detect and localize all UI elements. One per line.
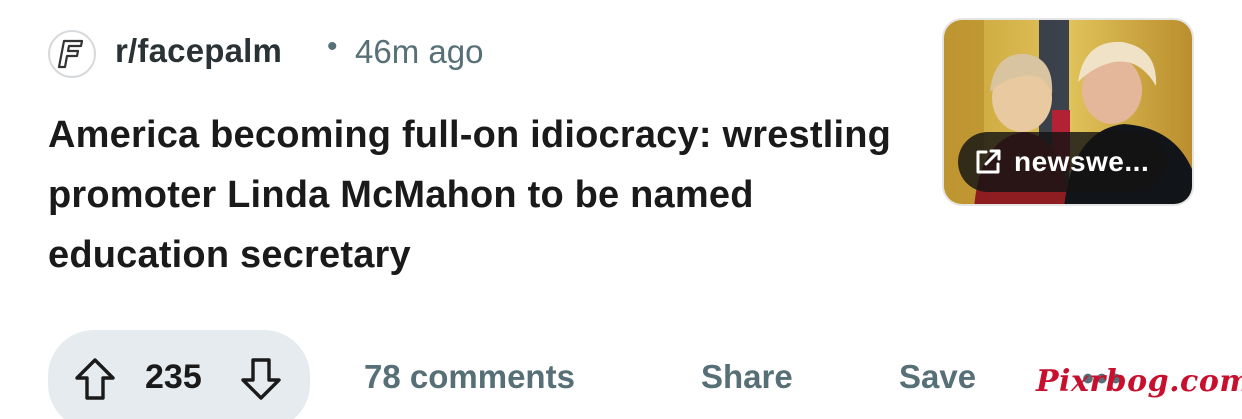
facepalm-f-logo-icon [57, 39, 84, 69]
downvote-button[interactable] [236, 354, 286, 404]
share-button[interactable]: Share [701, 358, 793, 396]
external-link-pill[interactable]: newswe... [958, 132, 1168, 192]
meta-separator: • [327, 30, 338, 63]
upvote-button[interactable] [70, 354, 120, 404]
subreddit-name[interactable]: r/facepalm [115, 32, 282, 70]
external-link-icon [976, 149, 1001, 174]
post-time: 46m ago [355, 33, 484, 70]
upvote-arrow-icon [75, 358, 115, 400]
vote-score: 235 [145, 358, 202, 396]
post-title[interactable]: America becoming full-on idiocracy: wres… [48, 105, 908, 285]
subreddit-avatar[interactable] [48, 30, 96, 78]
watermark: Pixrbog.com [1036, 364, 1242, 399]
comments-button[interactable]: 78 comments [364, 358, 575, 396]
save-button[interactable]: Save [899, 358, 976, 396]
vote-control: 235 [48, 330, 310, 419]
post-card[interactable]: r/facepalm • 46m ago America becoming fu… [0, 0, 1242, 419]
downvote-arrow-icon [241, 358, 281, 400]
post-thumbnail[interactable]: newswe... [942, 18, 1194, 206]
link-domain: newswe... [1014, 146, 1150, 177]
